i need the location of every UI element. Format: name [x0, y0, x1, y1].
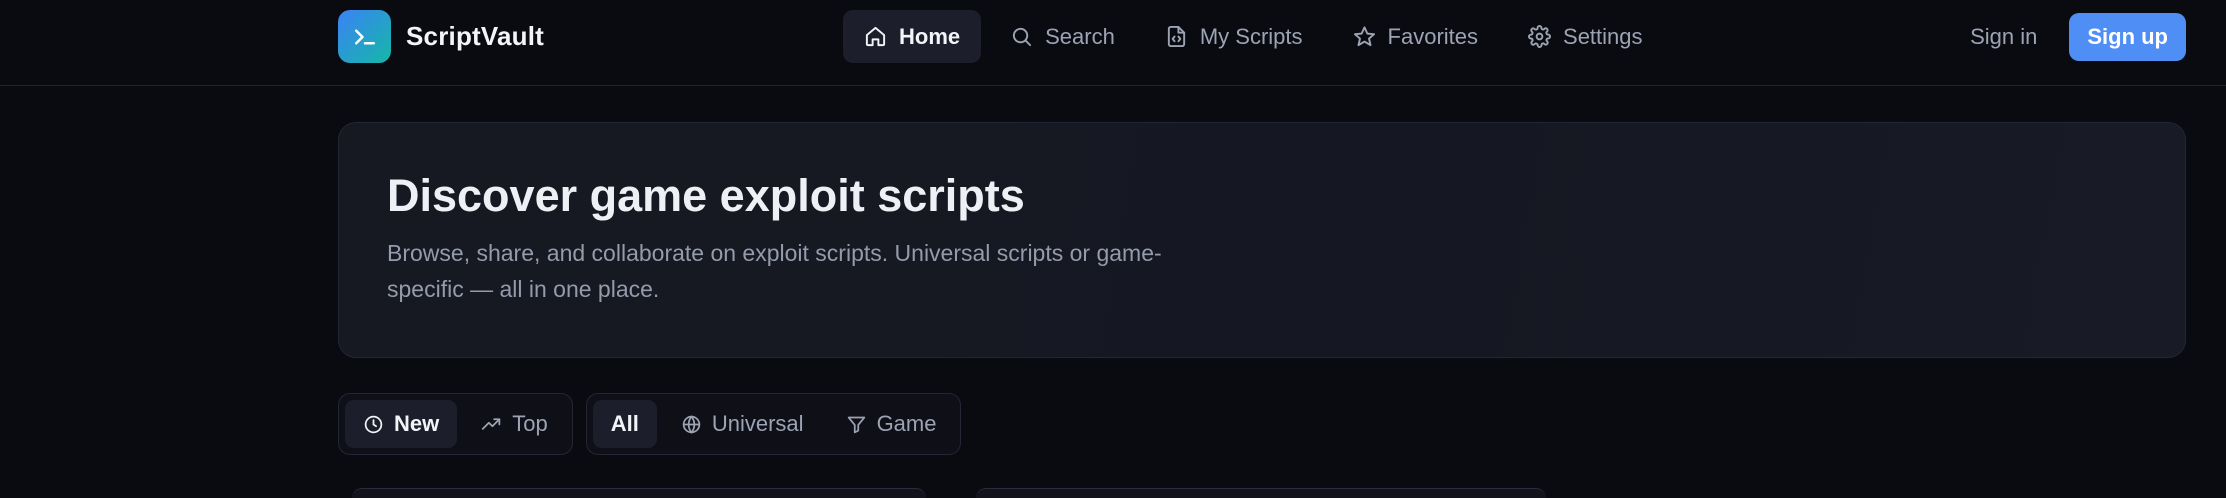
chip-label: Game [876, 411, 937, 436]
brand[interactable]: ScriptVault [338, 10, 544, 63]
search-icon [1013, 27, 1032, 47]
clock-icon [364, 415, 383, 433]
nav-item-favorites[interactable]: Favorites [1332, 10, 1499, 63]
chip-label: All [610, 411, 639, 436]
hero-card: Discover game exploit scripts Browse, sh… [338, 122, 2186, 358]
main-nav: Home Search My Scripts Favorites Setting… [843, 10, 1664, 63]
type-game-button[interactable]: Game [828, 400, 955, 448]
star-icon [1353, 26, 1375, 47]
trending-up-icon [482, 417, 501, 430]
globe-icon [682, 414, 701, 434]
type-toggle-group: All Universal Game [585, 393, 962, 455]
sort-toggle-group: New Top [338, 393, 573, 455]
nav-item-label: Favorites [1387, 23, 1479, 49]
terminal-icon [338, 10, 391, 63]
nav-item-my-scripts[interactable]: My Scripts [1144, 10, 1324, 63]
sort-new-button[interactable]: New [345, 400, 458, 448]
chip-label: Top [512, 411, 548, 436]
auth-actions: Sign in Sign up [1962, 12, 2186, 61]
script-card[interactable] [352, 488, 926, 498]
sort-top-button[interactable]: Top [463, 400, 565, 448]
brand-name: ScriptVault [406, 21, 545, 51]
top-navbar: ScriptVault Home Search My Scripts Favor… [0, 0, 2226, 86]
nav-item-label: Settings [1563, 23, 1643, 49]
file-code-icon [1167, 25, 1185, 48]
home-icon [865, 26, 886, 47]
hero-description: Browse, share, and collaborate on exploi… [387, 239, 1162, 302]
gear-icon [1528, 25, 1551, 48]
sign-in-link[interactable]: Sign in [1962, 24, 2045, 50]
chip-label: Universal [711, 411, 804, 436]
chip-label: New [394, 411, 440, 436]
nav-item-settings[interactable]: Settings [1507, 10, 1664, 63]
nav-item-label: Search [1045, 23, 1115, 49]
script-card[interactable] [976, 488, 1546, 498]
nav-item-search[interactable]: Search [989, 10, 1136, 63]
filter-icon [847, 416, 865, 433]
type-universal-button[interactable]: Universal [663, 400, 822, 448]
nav-item-home[interactable]: Home [843, 10, 982, 63]
nav-item-label: Home [899, 23, 961, 49]
sign-up-button[interactable]: Sign up [2069, 12, 2186, 61]
hero-title: Discover game exploit scripts [387, 170, 1025, 221]
filter-bar: New Top All Universal Game [338, 393, 962, 455]
type-all-button[interactable]: All [592, 400, 657, 448]
nav-item-label: My Scripts [1199, 23, 1303, 49]
